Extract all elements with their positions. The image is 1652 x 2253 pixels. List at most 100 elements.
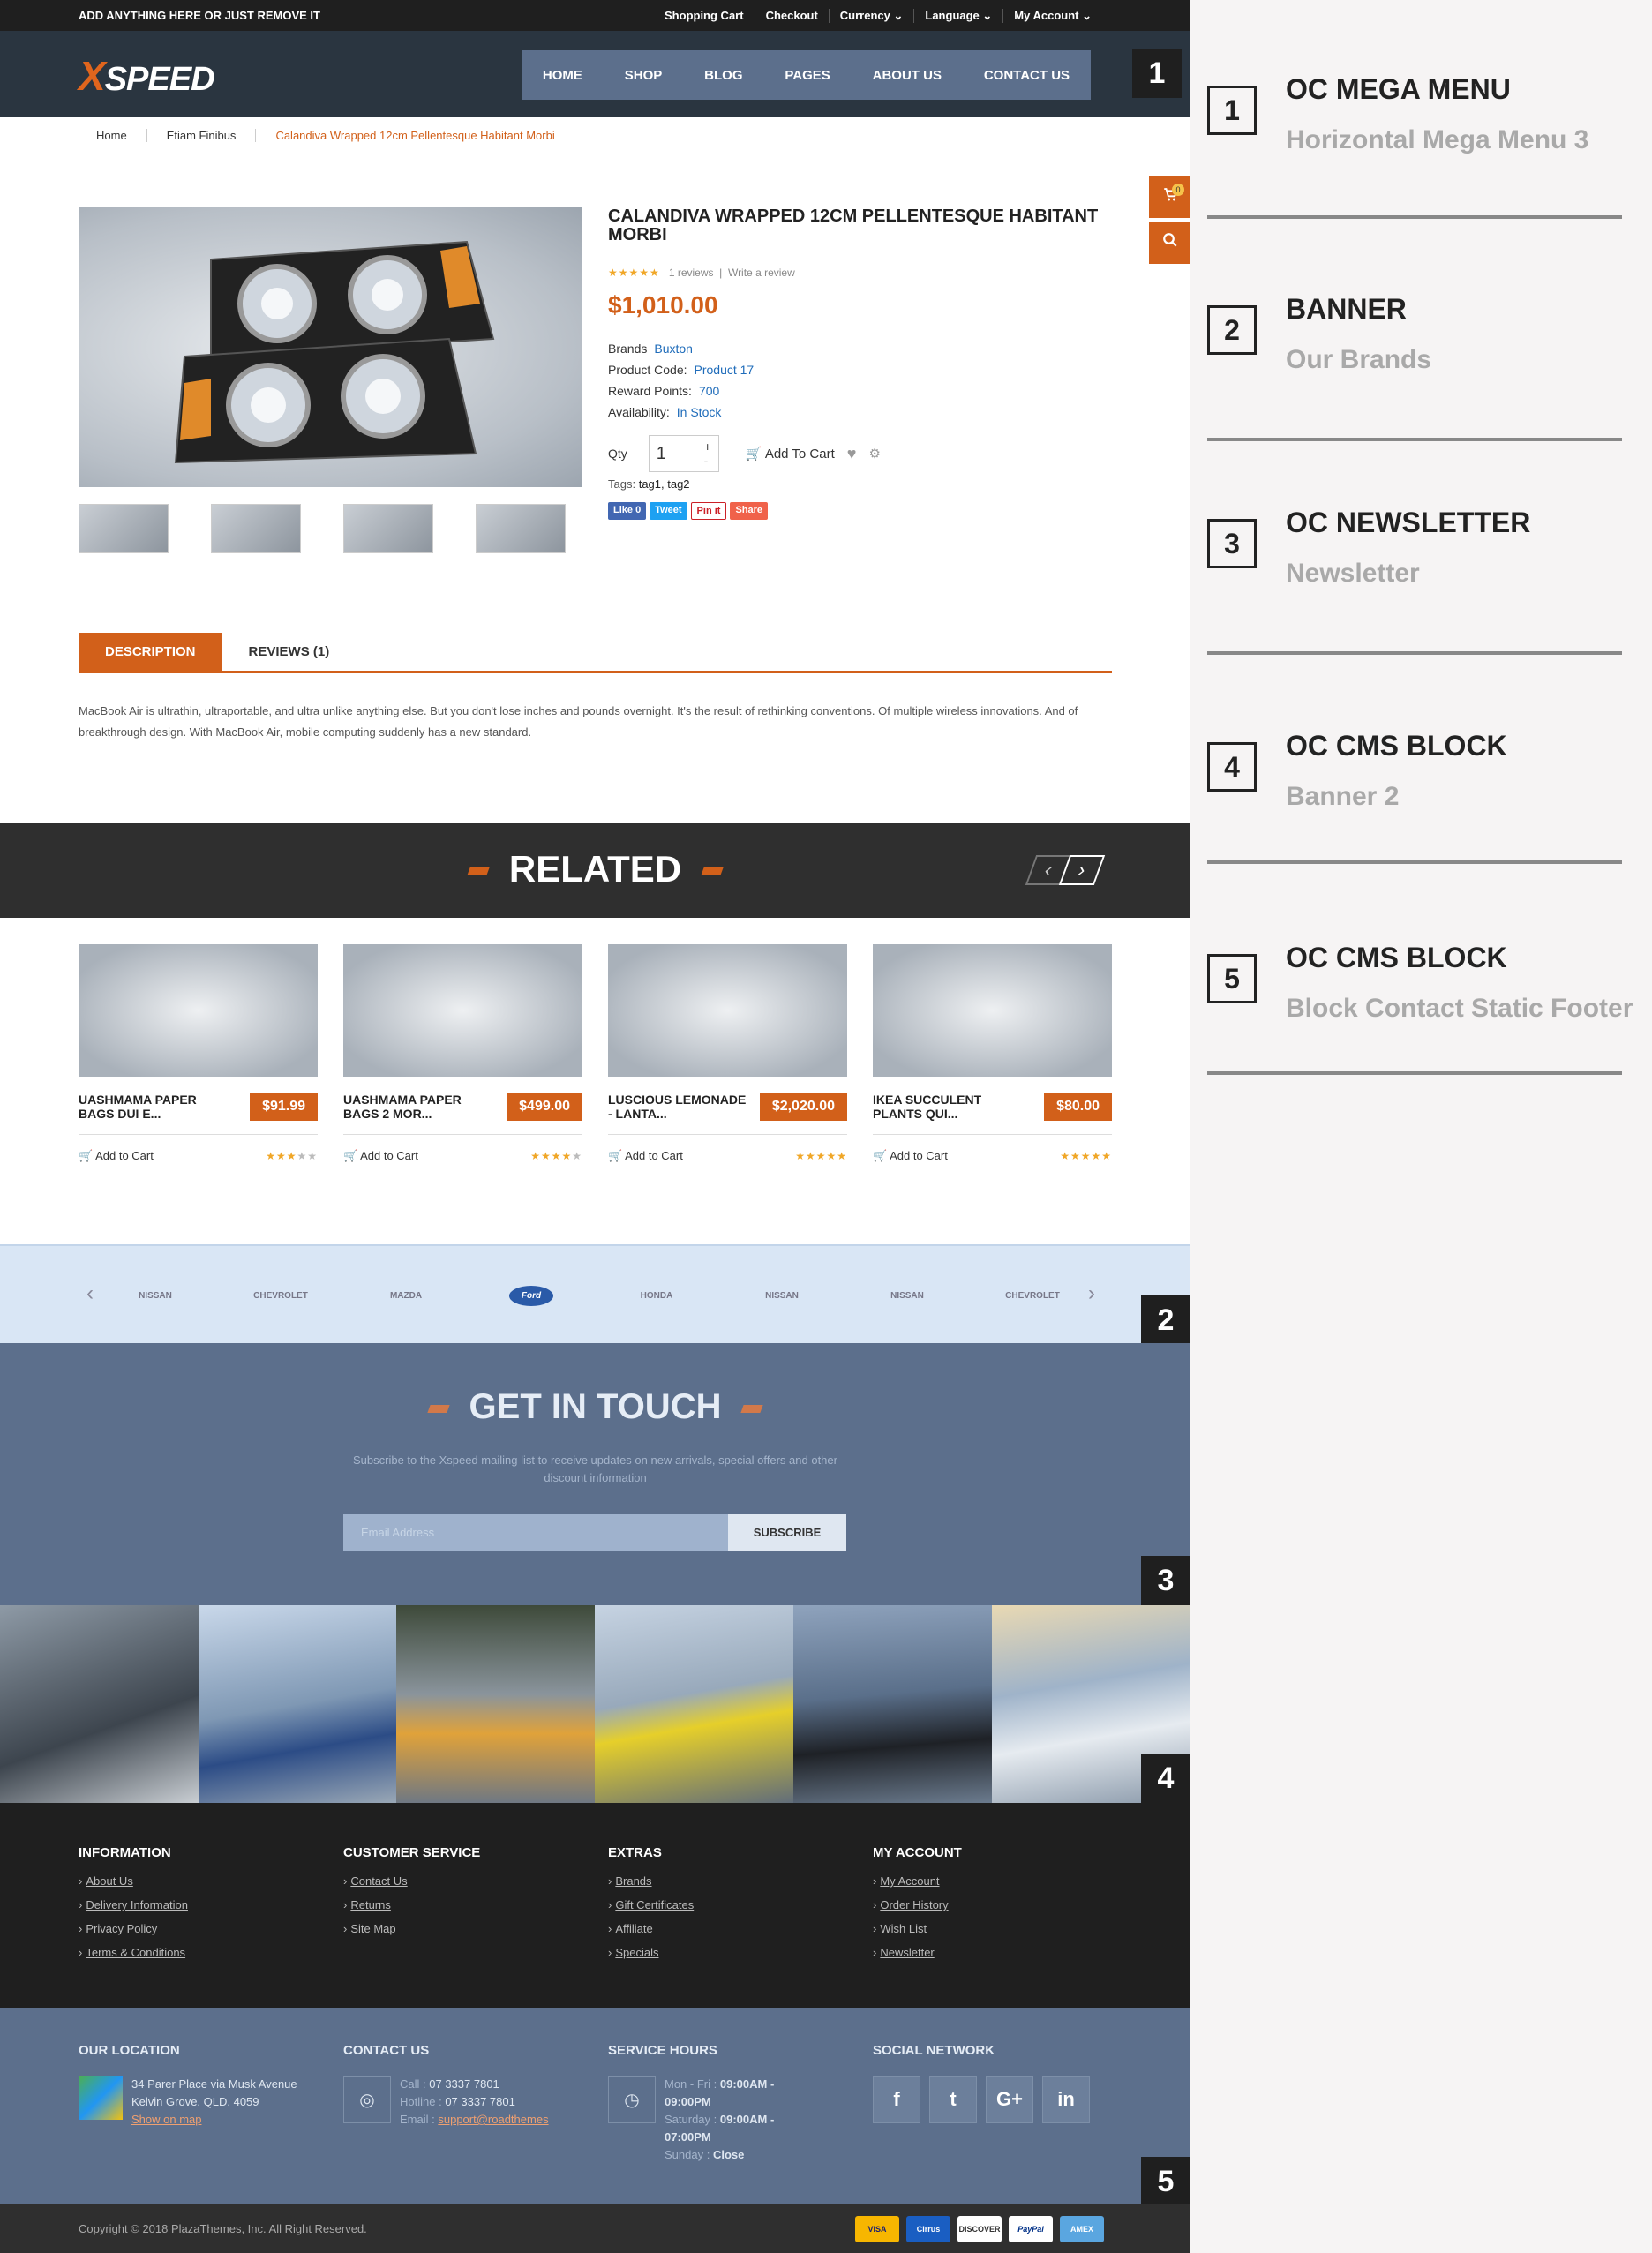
write-review-link[interactable]: Write a review [728,267,795,279]
car-photo[interactable]: 4 [992,1605,1190,1803]
my-account-dropdown[interactable]: My Account ⌄ [1002,9,1102,23]
product-thumbnail[interactable] [79,504,169,553]
footer-link[interactable]: Newsletter [873,1946,962,1959]
brand-link[interactable]: Buxton [654,342,693,356]
pinit-button[interactable]: Pin it [690,502,727,520]
linkedin-icon[interactable]: in [1042,2076,1090,2123]
twitter-icon[interactable]: t [929,2076,977,2123]
brand-logo[interactable]: NISSAN [755,1276,809,1315]
breadcrumb-category[interactable]: Etiam Finibus [146,129,256,142]
email-link[interactable]: support@roadthemes [438,2113,548,2126]
product-thumbnail[interactable] [476,504,566,553]
add-to-cart-link[interactable]: 🛒 Add to Cart [79,1149,154,1163]
google-plus-icon[interactable]: G+ [986,2076,1033,2123]
floating-cart-button[interactable]: 0 [1149,176,1190,218]
qty-plus-button[interactable]: + [704,439,711,454]
car-photo[interactable] [0,1605,199,1803]
quantity-stepper[interactable]: 1 + - [648,435,719,472]
footer-link[interactable]: Gift Certificates [608,1898,694,1911]
brands-prev-icon[interactable]: ‹ [86,1281,94,1306]
floating-search-button[interactable] [1149,222,1190,264]
car-photo[interactable] [793,1605,992,1803]
footer-link[interactable]: Contact Us [343,1874,480,1888]
availability-row: Availability: In Stock [608,405,722,419]
product-image[interactable] [608,944,847,1077]
add-to-cart-link[interactable]: 🛒 Add to Cart [873,1149,948,1163]
car-photo[interactable] [595,1605,793,1803]
product-thumbnail[interactable] [343,504,433,553]
add-to-cart-button[interactable]: 🛒 Add To Cart [746,446,835,462]
nav-pages[interactable]: PAGES [785,68,830,83]
car-photo[interactable] [396,1605,595,1803]
product-main-image[interactable] [79,207,582,487]
tab-description[interactable]: DESCRIPTION [79,633,222,671]
related-product-card[interactable]: IKEA SUCCULENT PLANTS QUI... $80.00 🛒 Ad… [873,944,1112,1162]
top-link-cart[interactable]: Shopping Cart [654,9,755,23]
tweet-button[interactable]: Tweet [650,502,687,520]
brands-next-icon[interactable]: › [1088,1281,1095,1306]
footer-link[interactable]: Affiliate [608,1922,694,1935]
share-button[interactable]: Share [730,502,769,520]
brand-logo[interactable]: CHEVROLET [1005,1276,1060,1315]
footer-link[interactable]: Specials [608,1946,694,1959]
related-product-card[interactable]: UASHMAMA PAPER BAGS DUI E... $91.99 🛒 Ad… [79,944,318,1162]
qty-value[interactable]: 1 [657,444,666,464]
footer-link[interactable]: Wish List [873,1922,962,1935]
product-name[interactable]: LUSCIOUS LEMONADE - LANTA... [608,1093,749,1121]
car-photo[interactable] [199,1605,397,1803]
brand-logo[interactable]: HONDA [629,1276,684,1315]
footer-link[interactable]: Terms & Conditions [79,1946,188,1959]
language-dropdown[interactable]: Language ⌄ [913,9,1002,23]
tags-row: Tags: tag1, tag2 [608,477,690,491]
facebook-icon[interactable]: f [873,2076,920,2123]
legend-title: OC CMS BLOCK [1286,730,1507,762]
nav-shop[interactable]: SHOP [625,68,663,83]
wishlist-heart-icon[interactable]: ♥ [847,445,857,463]
footer-link[interactable]: Returns [343,1898,480,1911]
footer-heading: CONTACT US [343,2043,430,2058]
facebook-like-button[interactable]: Like 0 [608,502,647,520]
product-image[interactable] [343,944,582,1077]
product-image[interactable] [79,944,318,1077]
footer-link[interactable]: My Account [873,1874,962,1888]
footer-link[interactable]: Order History [873,1898,962,1911]
product-image[interactable] [873,944,1112,1077]
brand-logo[interactable]: NISSAN [128,1276,183,1315]
logo[interactable]: XSPEED [79,52,215,100]
nav-contact[interactable]: CONTACT US [984,68,1070,83]
compare-icon[interactable]: ⚙ [868,446,880,462]
nav-home[interactable]: HOME [543,68,582,83]
breadcrumb-home[interactable]: Home [79,129,146,142]
footer-link[interactable]: About Us [79,1874,188,1888]
qty-minus-button[interactable]: - [704,454,711,468]
related-product-card[interactable]: LUSCIOUS LEMONADE - LANTA... $2,020.00 🛒… [608,944,847,1162]
brand-logo[interactable]: MAZDA [379,1276,433,1315]
footer-link[interactable]: Site Map [343,1922,480,1935]
brand-logo[interactable]: Ford [504,1276,559,1315]
product-price-badge: $80.00 [1044,1093,1112,1121]
decor-dash [467,867,490,876]
currency-dropdown[interactable]: Currency ⌄ [828,9,914,23]
nav-about[interactable]: ABOUT US [873,68,942,83]
nav-blog[interactable]: BLOG [704,68,742,83]
product-thumbnail[interactable] [211,504,301,553]
top-link-checkout[interactable]: Checkout [754,9,829,23]
footer-link[interactable]: Privacy Policy [79,1922,188,1935]
related-product-card[interactable]: UASHMAMA PAPER BAGS 2 MOR... $499.00 🛒 A… [343,944,582,1162]
reviews-link[interactable]: 1 reviews [669,267,714,279]
product-name[interactable]: UASHMAMA PAPER BAGS 2 MOR... [343,1093,484,1121]
brand-logo[interactable]: NISSAN [880,1276,935,1315]
product-name[interactable]: UASHMAMA PAPER BAGS DUI E... [79,1093,220,1121]
brand-logo[interactable]: CHEVROLET [253,1276,308,1315]
subscribe-button[interactable]: SUBSCRIBE [728,1514,846,1551]
show-on-map-link[interactable]: Show on map [131,2111,297,2129]
footer-link[interactable]: Brands [608,1874,694,1888]
tab-reviews[interactable]: REVIEWS (1) [222,633,357,671]
add-to-cart-link[interactable]: 🛒 Add to Cart [608,1149,683,1163]
brand-row: Brands Buxton [608,342,693,356]
footer-link[interactable]: Delivery Information [79,1898,188,1911]
add-to-cart-link[interactable]: 🛒 Add to Cart [343,1149,418,1163]
product-name[interactable]: IKEA SUCCULENT PLANTS QUI... [873,1093,1014,1121]
email-field[interactable]: Email Address [343,1514,728,1551]
legend-subtitle: Newsletter [1286,559,1420,588]
